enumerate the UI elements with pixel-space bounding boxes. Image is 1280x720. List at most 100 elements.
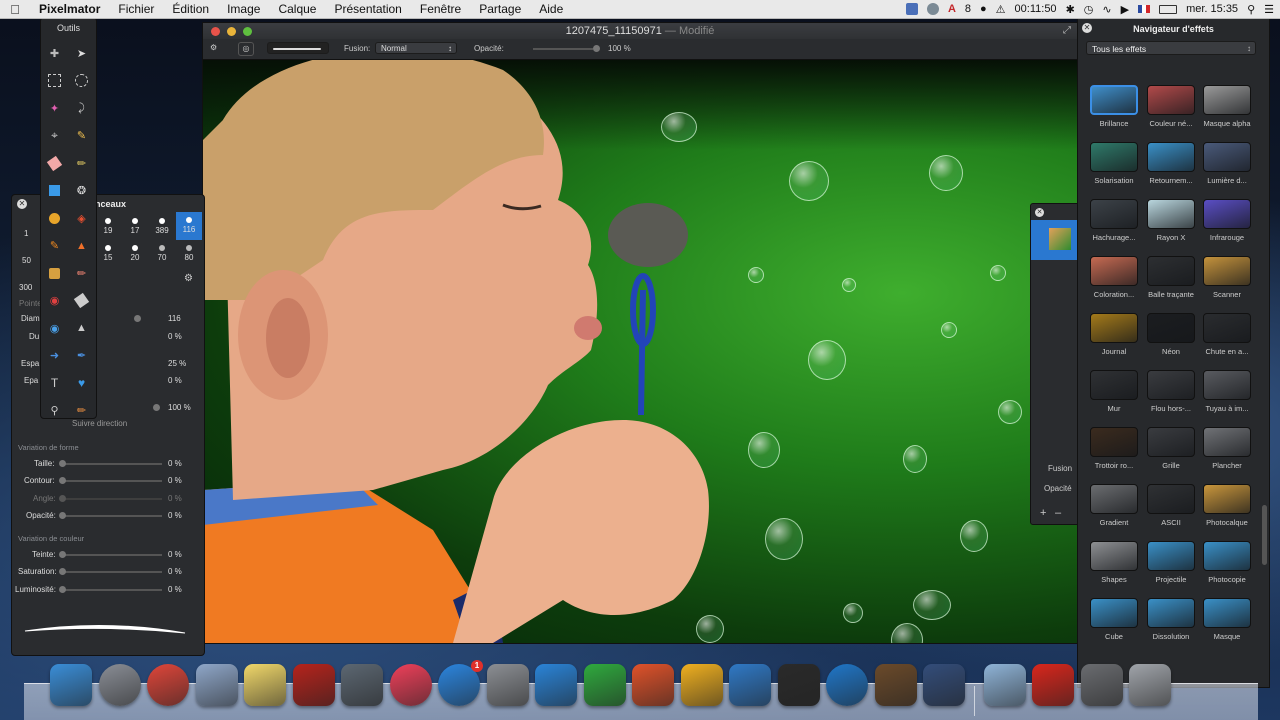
teamviewer-dock-icon[interactable]	[826, 664, 868, 706]
tool-line[interactable]: ➜	[41, 344, 68, 368]
brush-preset-picker[interactable]	[267, 42, 329, 54]
launchpad-dock-icon[interactable]	[98, 664, 141, 706]
effect-tile-24[interactable]: Shapes	[1088, 541, 1140, 591]
tool-type[interactable]: T	[41, 371, 68, 395]
chrome-dock-icon[interactable]	[147, 664, 189, 706]
effects-filter-select[interactable]: Tous les effets ↕	[1086, 41, 1256, 55]
effect-tile-27[interactable]: Cube	[1088, 598, 1140, 648]
photo-booth-dock-icon[interactable]	[292, 664, 335, 706]
angle-variation-value[interactable]: 0 %	[168, 494, 182, 503]
brush-preset[interactable]: 17	[122, 216, 148, 240]
remove-layer-button[interactable]: –	[1055, 507, 1061, 519]
effect-tile-15[interactable]: Mur	[1088, 370, 1140, 420]
size-variation-knob[interactable]	[59, 460, 66, 467]
effect-tile-13[interactable]: Néon	[1145, 313, 1197, 363]
image-viewer-dock-icon[interactable]	[923, 664, 965, 706]
hue-variation-knob[interactable]	[59, 551, 66, 558]
effect-tile-11[interactable]: Scanner	[1201, 256, 1253, 306]
layers-close-button[interactable]: ✕	[1035, 208, 1044, 217]
effect-tile-9[interactable]: Coloration...	[1088, 256, 1140, 306]
opacity-variation-knob[interactable]	[59, 512, 66, 519]
image-capture-dock-icon[interactable]	[341, 664, 383, 706]
effect-tile-16[interactable]: Flou hors-...	[1145, 370, 1197, 420]
tool-settings-gear-icon[interactable]: ⚙	[210, 43, 217, 52]
downloads-dock-icon[interactable]	[1080, 664, 1123, 706]
angle-variation-slider[interactable]	[62, 498, 162, 500]
tool-crop[interactable]: ⌖	[41, 124, 68, 148]
preview-mail-dock-icon[interactable]	[195, 664, 238, 706]
brush-opacity-value[interactable]: 100 %	[168, 403, 191, 412]
add-layer-button[interactable]: +	[1040, 507, 1046, 519]
clock-text[interactable]: mer. 15:35	[1186, 3, 1238, 15]
stickies-dock-icon[interactable]	[244, 664, 286, 706]
luminosity-variation-value[interactable]: 0 %	[168, 585, 182, 594]
tool-blur[interactable]: ◉	[41, 316, 68, 340]
effect-tile-0[interactable]: Brillance	[1088, 85, 1140, 135]
fullscreen-icon[interactable]: ⤢	[1063, 25, 1071, 36]
luminosity-variation-knob[interactable]	[59, 586, 66, 593]
opacity-variation-slider[interactable]	[62, 515, 162, 517]
brush-preset[interactable]: 70	[149, 243, 175, 267]
effect-tile-8[interactable]: Infrarouge	[1201, 199, 1253, 249]
tool-gradient-eraser[interactable]	[68, 289, 95, 313]
finder-dock-icon[interactable]	[50, 664, 92, 706]
opacity-slider-knob[interactable]	[153, 404, 160, 411]
tool-lasso[interactable]: ⤸	[68, 96, 95, 120]
menu-calque[interactable]: Calque	[269, 2, 325, 16]
tool-magic-wand[interactable]: ✦	[41, 96, 68, 120]
tool-red-eye[interactable]: ◉	[41, 289, 68, 313]
tool-ellipse-select[interactable]	[68, 69, 95, 93]
tool-sharpen[interactable]: ▲	[68, 316, 95, 340]
timer-text[interactable]: 00:11:50	[1015, 3, 1057, 15]
battery-num[interactable]: 8	[965, 3, 971, 15]
size-variation-value[interactable]: 0 %	[168, 459, 182, 468]
brush-preset-selected[interactable]: 116	[176, 212, 202, 240]
effect-tile-18[interactable]: Trottoir ro...	[1088, 427, 1140, 477]
app-store-dock-icon[interactable]: 1	[438, 660, 483, 706]
menu-edition[interactable]: Édition	[163, 2, 218, 16]
tool-move[interactable]: ✚	[41, 41, 68, 65]
tool-bezier[interactable]: ✒	[68, 344, 95, 368]
brush-preset[interactable]: 19	[95, 216, 121, 240]
effect-tile-21[interactable]: Gradient	[1088, 484, 1140, 534]
spacing-value[interactable]: 25 %	[168, 359, 186, 368]
tool-shape[interactable]: ♥	[68, 371, 95, 395]
tool-zoom[interactable]: ⚲	[41, 399, 68, 423]
opacity-variation-value[interactable]: 0 %	[168, 511, 182, 520]
tool-burn[interactable]: ▲	[68, 234, 95, 258]
effect-tile-10[interactable]: Balle traçante	[1145, 256, 1197, 306]
opacity-value[interactable]: 100 %	[608, 44, 631, 53]
effect-tile-14[interactable]: Chute en a...	[1201, 313, 1253, 363]
effect-tile-3[interactable]: Solarisation	[1088, 142, 1140, 192]
system-preferences-dock-icon[interactable]	[486, 664, 529, 706]
apple-menu-icon[interactable]: 	[0, 2, 30, 17]
menu-partage[interactable]: Partage	[470, 2, 530, 16]
effect-tile-20[interactable]: Plancher	[1201, 427, 1253, 477]
saturation-variation-knob[interactable]	[59, 568, 66, 575]
flag-fr-icon[interactable]	[1138, 5, 1151, 13]
itunes-dock-icon[interactable]	[389, 664, 432, 706]
contour-variation-knob[interactable]	[59, 477, 66, 484]
brush-preset[interactable]: 389	[149, 216, 175, 240]
notification-center-icon[interactable]: ☰	[1264, 3, 1274, 16]
hue-variation-value[interactable]: 0 %	[168, 550, 182, 559]
tool-eyedropper[interactable]: ✏	[68, 399, 95, 423]
tool-clone-stamp[interactable]	[41, 261, 68, 285]
opacity-slider-track[interactable]	[533, 48, 593, 50]
hardness-value[interactable]: 0 %	[168, 332, 182, 341]
tool-brush[interactable]: ✎	[41, 234, 68, 258]
brush-preset[interactable]: 80	[176, 243, 202, 267]
spotlight-icon[interactable]: ⚲	[1247, 3, 1255, 16]
effects-scrollbar-thumb[interactable]	[1262, 505, 1267, 565]
menu-fichier[interactable]: Fichier	[109, 2, 163, 16]
effect-tile-23[interactable]: Photocalque	[1201, 484, 1253, 534]
thickness-value[interactable]: 0 %	[168, 376, 182, 385]
layer-row-selected[interactable]	[1031, 220, 1079, 260]
effect-tile-19[interactable]: Grille	[1145, 427, 1197, 477]
effect-tile-5[interactable]: Lumière d...	[1201, 142, 1253, 192]
word-dock-icon[interactable]	[535, 664, 577, 706]
tool-arrow[interactable]: ➤	[68, 41, 95, 65]
brushes-close-button[interactable]: ✕	[17, 199, 27, 209]
effect-tile-12[interactable]: Journal	[1088, 313, 1140, 363]
dropbox-icon[interactable]	[905, 3, 918, 15]
